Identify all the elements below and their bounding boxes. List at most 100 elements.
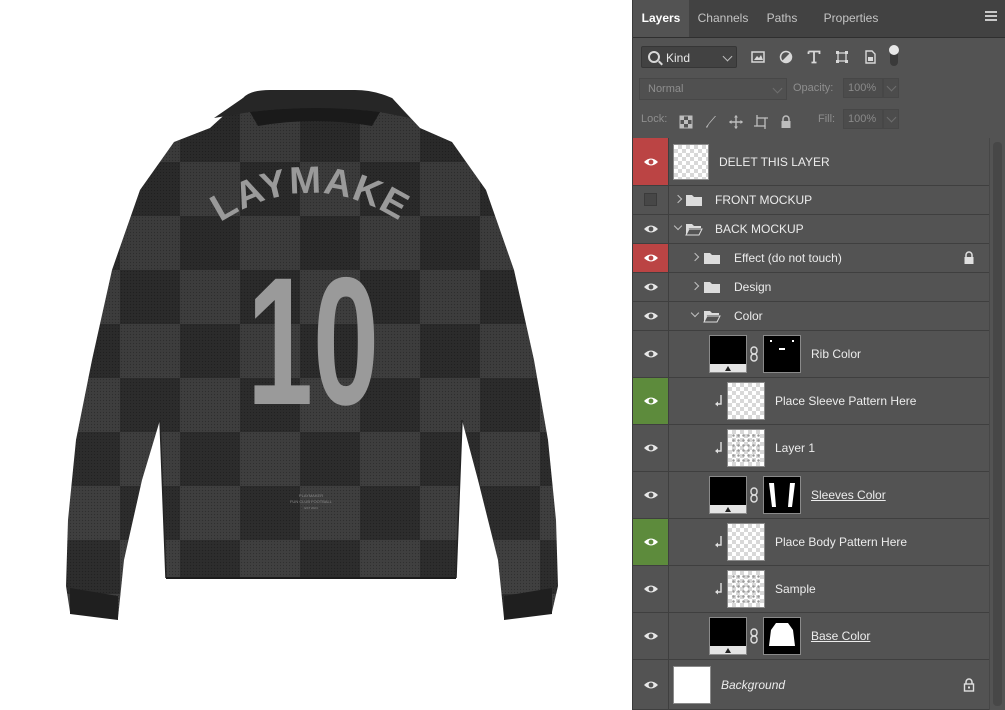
adjustment-filter-icon[interactable] xyxy=(779,50,793,64)
visibility-toggle[interactable] xyxy=(633,519,669,565)
chain-link-icon[interactable] xyxy=(750,487,758,503)
layer-row[interactable]: Sleeves Color xyxy=(633,472,989,519)
lock-icon xyxy=(964,251,974,264)
fill-slider-button[interactable] xyxy=(883,109,899,129)
visibility-toggle[interactable] xyxy=(633,273,669,301)
filter-kind-label: Kind xyxy=(666,51,691,65)
layer-thumbnail[interactable] xyxy=(673,665,711,704)
layer-mask-thumbnail[interactable] xyxy=(763,335,801,373)
visibility-toggle[interactable] xyxy=(633,215,669,243)
layer-row[interactable]: Color xyxy=(633,302,989,331)
layer-mask-thumbnail[interactable] xyxy=(763,617,801,655)
chain-link-icon[interactable] xyxy=(750,628,758,644)
visibility-toggle[interactable] xyxy=(633,138,669,185)
opacity-slider-button[interactable] xyxy=(883,78,899,98)
fill-layer-thumbnail[interactable] xyxy=(709,617,747,655)
layers-list: DELET THIS LAYER FRONT MOCKUP BACK MOCKU… xyxy=(633,138,989,710)
layer-row[interactable]: BACK MOCKUP xyxy=(633,215,989,244)
layer-thumbnail[interactable] xyxy=(673,143,709,180)
layer-row[interactable]: Place Sleeve Pattern Here xyxy=(633,378,989,425)
visibility-toggle[interactable] xyxy=(633,613,669,659)
layer-thumbnail[interactable] xyxy=(727,523,765,561)
layer-name[interactable]: Sleeves Color xyxy=(811,488,886,502)
blend-mode-dropdown[interactable]: Normal xyxy=(639,78,787,100)
layer-name[interactable]: Base Color xyxy=(811,629,870,643)
chevron-down-icon[interactable] xyxy=(673,221,683,231)
lock-icon[interactable] xyxy=(963,677,975,692)
visibility-toggle[interactable] xyxy=(633,186,669,214)
layer-name[interactable]: Design xyxy=(734,280,771,294)
jersey-number-text: 10 xyxy=(247,239,379,443)
layer-name[interactable]: Color xyxy=(734,309,763,323)
layer-name[interactable]: Layer 1 xyxy=(775,441,815,455)
chain-link-icon[interactable] xyxy=(750,346,758,362)
tab-layers[interactable]: Layers xyxy=(633,0,689,37)
layer-name[interactable]: BACK MOCKUP xyxy=(715,222,804,236)
tab-properties[interactable]: Properties xyxy=(807,0,895,37)
layer-name[interactable]: Effect (do not touch) xyxy=(734,251,842,265)
layer-row[interactable]: Sample xyxy=(633,566,989,613)
clip-arrow-icon xyxy=(715,536,722,548)
lock-position-icon[interactable] xyxy=(729,115,743,129)
visibility-toggle[interactable] xyxy=(633,302,669,330)
eye-icon xyxy=(644,444,658,452)
layer-row[interactable]: Place Body Pattern Here xyxy=(633,519,989,566)
visibility-toggle[interactable] xyxy=(633,566,669,612)
layer-mask-thumbnail[interactable] xyxy=(763,476,801,514)
folder-icon xyxy=(704,253,720,264)
fill-field[interactable]: 100% xyxy=(843,109,883,129)
layer-name[interactable]: DELET THIS LAYER xyxy=(719,155,830,169)
layer-row[interactable]: Layer 1 xyxy=(633,425,989,472)
layer-thumbnail[interactable] xyxy=(727,429,765,467)
type-filter-icon[interactable] xyxy=(807,50,821,64)
layer-thumbnail[interactable] xyxy=(727,570,765,608)
eye-icon xyxy=(644,158,658,165)
fill-layer-thumbnail[interactable] xyxy=(709,476,747,514)
chevron-right-icon[interactable] xyxy=(673,194,683,204)
filter-kind-dropdown[interactable]: Kind xyxy=(641,46,737,68)
image-filter-icon[interactable] xyxy=(751,50,765,64)
tab-channels[interactable]: Channels xyxy=(689,0,757,37)
lock-artboard-icon[interactable] xyxy=(754,115,768,129)
filter-toggle[interactable] xyxy=(889,45,899,66)
layer-row[interactable]: DELET THIS LAYER xyxy=(633,138,989,186)
visibility-toggle[interactable] xyxy=(633,472,669,518)
layer-name[interactable]: Rib Color xyxy=(811,347,861,361)
visibility-toggle[interactable] xyxy=(633,331,669,377)
layer-row[interactable]: Rib Color xyxy=(633,331,989,378)
layer-row[interactable]: FRONT MOCKUP xyxy=(633,186,989,215)
layer-name[interactable]: Background xyxy=(721,678,785,692)
layer-name[interactable]: Sample xyxy=(775,582,816,596)
panel-menu-icon[interactable] xyxy=(985,11,997,22)
layer-name[interactable]: FRONT MOCKUP xyxy=(715,193,812,207)
tab-paths[interactable]: Paths xyxy=(757,0,807,37)
chevron-right-icon[interactable] xyxy=(690,281,700,291)
smart-object-filter-icon[interactable] xyxy=(863,50,877,64)
eye-icon xyxy=(644,283,658,291)
layer-name[interactable]: Place Body Pattern Here xyxy=(775,535,907,549)
chevron-right-icon[interactable] xyxy=(690,252,700,262)
shape-filter-icon[interactable] xyxy=(835,50,849,64)
chevron-down-icon xyxy=(772,83,783,94)
scrollbar-thumb[interactable] xyxy=(993,142,1002,706)
document-canvas[interactable]: PLAYMAKER 10 PLAYMAKER FUN CLUB FOOTBALL… xyxy=(0,0,632,710)
lock-transparent-icon[interactable] xyxy=(679,115,693,129)
visibility-toggle[interactable] xyxy=(633,425,669,471)
opacity-field[interactable]: 100% xyxy=(843,78,883,98)
layer-row[interactable]: Background xyxy=(633,660,989,710)
layer-row[interactable]: Base Color xyxy=(633,613,989,660)
chevron-down-icon[interactable] xyxy=(690,308,700,318)
layer-thumbnail[interactable] xyxy=(727,382,765,420)
layer-row[interactable]: Design xyxy=(633,273,989,302)
opacity-label: Opacity: xyxy=(793,82,834,94)
visibility-toggle[interactable] xyxy=(633,660,669,709)
visibility-toggle[interactable] xyxy=(633,244,669,272)
layer-row[interactable]: Effect (do not touch) xyxy=(633,244,989,273)
layer-filter-row: Kind xyxy=(633,42,989,72)
layer-name[interactable]: Place Sleeve Pattern Here xyxy=(775,394,916,408)
eye-icon xyxy=(644,225,658,233)
visibility-toggle[interactable] xyxy=(633,378,669,424)
lock-paint-icon[interactable] xyxy=(704,115,718,129)
fill-layer-thumbnail[interactable] xyxy=(709,335,747,373)
lock-all-icon[interactable] xyxy=(779,115,793,129)
